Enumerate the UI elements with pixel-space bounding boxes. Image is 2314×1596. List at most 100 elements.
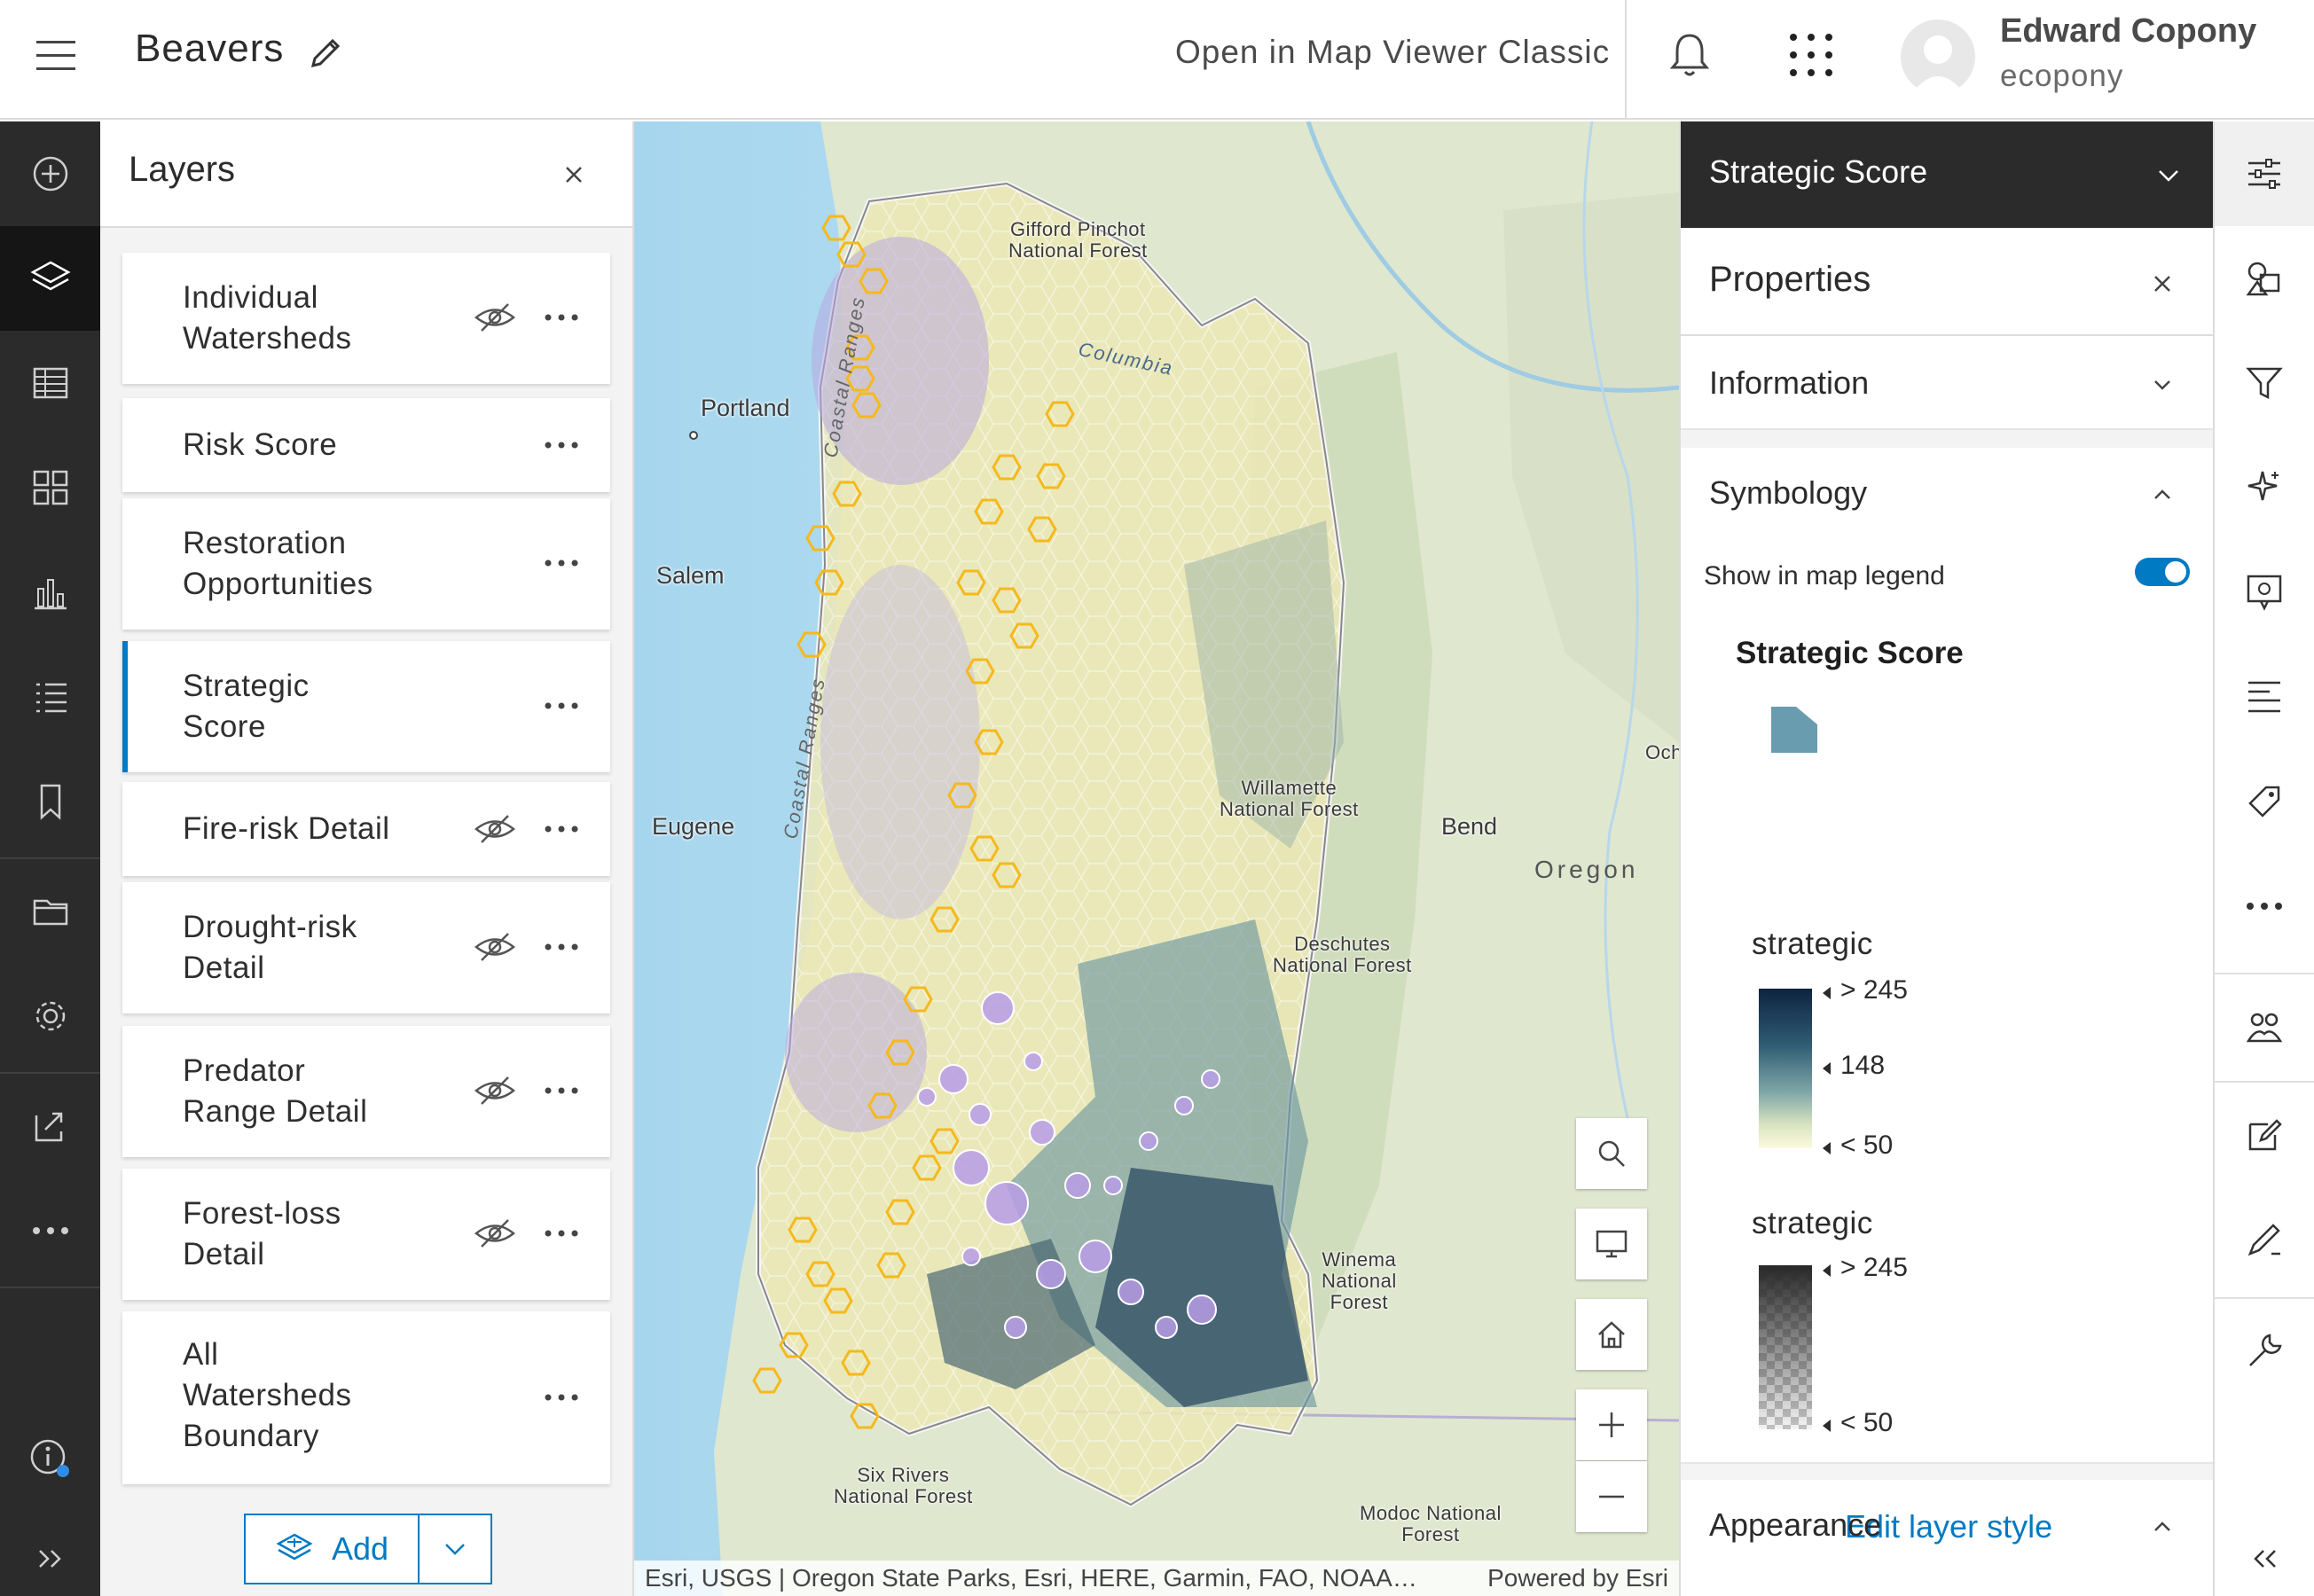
legend-rail-button[interactable] (0, 645, 100, 749)
collapse-rail-button[interactable] (2215, 1506, 2314, 1596)
selected-layer-label: Strategic Score (1709, 153, 1928, 190)
ramp-high-label: > 245 (1840, 975, 1908, 1005)
right-toolbar (2213, 121, 2314, 1596)
layers-rail-button[interactable] (0, 226, 100, 331)
menu-button[interactable] (27, 27, 84, 84)
home-button[interactable] (1576, 1299, 1647, 1370)
whats-new-rail-button[interactable] (0, 1407, 100, 1512)
clustering-rail-button[interactable] (2215, 974, 2314, 1079)
information-section-header[interactable]: Information (1681, 338, 2213, 430)
avatar[interactable] (1901, 20, 1975, 94)
expand-rail-button[interactable] (0, 1506, 100, 1596)
more-tools-rail-button[interactable] (0, 1178, 100, 1283)
styles-icon (2246, 262, 2280, 296)
layer-item-restoration-opportunities[interactable]: Restoration Opportunities (122, 498, 610, 630)
layer-label: Score (183, 709, 266, 744)
effects-icon (2247, 471, 2279, 501)
user-username[interactable]: ecopony (2000, 59, 2123, 94)
close-icon (566, 167, 582, 183)
charts-rail-button[interactable] (0, 540, 100, 645)
analysis-rail-button[interactable] (2215, 1299, 2314, 1404)
appearance-section-header[interactable]: Appearance (1681, 1480, 2213, 1572)
add-layer-button[interactable]: Add (246, 1515, 420, 1583)
layer-item-fire-risk-detail[interactable]: Fire-risk Detail (122, 782, 610, 876)
filter-rail-button[interactable] (2215, 331, 2314, 435)
notifications-button[interactable] (1663, 28, 1721, 86)
powered-by-esri-link[interactable]: Powered by Esri (1487, 1564, 1668, 1592)
layer-selector-dropdown[interactable]: Strategic Score (1681, 121, 2213, 228)
bookmarks-rail-button[interactable] (0, 749, 100, 854)
labels-rail-button[interactable] (2215, 749, 2314, 854)
edit-title-button[interactable] (306, 34, 350, 78)
layer-item-drought-risk-detail[interactable]: Drought-risk Detail (122, 882, 610, 1013)
settings-rail-button[interactable] (0, 964, 100, 1068)
layer-options-button[interactable] (539, 1068, 584, 1113)
place-label-line: Winema (1322, 1248, 1397, 1271)
more-icon (545, 702, 578, 709)
visibility-toggle[interactable] (473, 295, 517, 340)
place-label-line: Modoc National (1360, 1502, 1502, 1524)
tables-rail-button[interactable] (0, 331, 100, 435)
layer-options-button[interactable] (539, 541, 584, 585)
fields-rail-button[interactable] (2215, 645, 2314, 749)
map-search-button[interactable] (1576, 1118, 1647, 1189)
zoom-in-button[interactable] (1576, 1389, 1647, 1460)
effects-rail-button[interactable] (2215, 435, 2314, 540)
pop-ups-rail-button[interactable] (2215, 540, 2314, 645)
symbology-section-header[interactable]: Symbology (1681, 448, 2213, 540)
layers-panel: Layers Individual Watersheds Risk Score … (100, 121, 634, 1596)
map-label-modoc: Modoc National Forest (1360, 1503, 1502, 1545)
styles-rail-button[interactable] (2215, 226, 2314, 331)
symbology-section-title: Symbology (1709, 474, 1868, 511)
layer-item-risk-score[interactable]: Risk Score (122, 398, 610, 492)
layer-item-forest-loss-detail[interactable]: Forest-loss Detail (122, 1169, 610, 1300)
layer-options-button[interactable] (539, 423, 584, 467)
map-label-winema: Winema National Forest (1322, 1249, 1397, 1313)
layer-selector-chevron (2146, 153, 2191, 198)
measure-rail-button[interactable] (2215, 1187, 2314, 1292)
content-rail-button[interactable] (0, 859, 100, 964)
share-rail-button[interactable] (0, 1074, 100, 1178)
visibility-toggle[interactable] (473, 925, 517, 969)
layer-options-button[interactable] (539, 807, 584, 851)
add-layer-rail-button[interactable] (0, 121, 100, 226)
layer-options-button[interactable] (539, 295, 584, 340)
layer-options-button[interactable] (539, 1375, 584, 1420)
more-icon (545, 559, 578, 567)
widgets-rail-button[interactable] (0, 435, 100, 540)
properties-icon (2248, 159, 2280, 189)
basemap-toggle-button[interactable] (1576, 1209, 1647, 1279)
more-options-rail-button[interactable] (2215, 854, 2314, 958)
properties-title: Properties (1709, 260, 1871, 299)
eye-hidden-icon (475, 1219, 515, 1248)
layer-item-individual-watersheds[interactable]: Individual Watersheds (122, 253, 610, 384)
zoom-out-button[interactable] (1576, 1461, 1647, 1532)
user-full-name[interactable]: Edward Copony (2000, 12, 2256, 51)
layer-item-all-watersheds-boundary[interactable]: All Watersheds Boundary (122, 1311, 610, 1484)
layer-options-button[interactable] (539, 925, 584, 969)
visibility-toggle[interactable] (473, 1211, 517, 1256)
layer-item-predator-range-detail[interactable]: Predator Range Detail (122, 1026, 610, 1157)
sketch-rail-button[interactable] (2215, 1083, 2314, 1187)
app-launcher-button[interactable] (1785, 28, 1842, 86)
map-view[interactable]: Gifford Pinchot National Forest Columbia… (634, 121, 1679, 1596)
layer-options-button[interactable] (539, 684, 584, 728)
open-in-classic-link[interactable]: Open in Map Viewer Classic (1175, 34, 1610, 71)
layer-label: Restoration (183, 526, 347, 560)
section-gap (1681, 1462, 2213, 1480)
app-grid-icon (1790, 34, 1832, 76)
visibility-toggle[interactable] (473, 807, 517, 851)
city-markers (634, 121, 1679, 1596)
properties-header: Properties (1681, 228, 2213, 336)
properties-rail-button[interactable] (2215, 121, 2314, 226)
layer-item-strategic-score[interactable]: Strategic Score (122, 641, 610, 772)
attribution-text[interactable]: Esri, USGS | Oregon State Parks, Esri, H… (645, 1564, 1417, 1592)
close-properties-button[interactable] (2140, 262, 2185, 306)
place-label-line: National Forest (1273, 954, 1412, 976)
city-label-salem: Salem (656, 562, 725, 589)
layer-options-button[interactable] (539, 1211, 584, 1256)
add-layer-options-button[interactable] (420, 1515, 490, 1583)
close-layers-button[interactable] (551, 152, 597, 198)
show-in-legend-toggle[interactable] (2135, 558, 2190, 586)
visibility-toggle[interactable] (473, 1068, 517, 1113)
